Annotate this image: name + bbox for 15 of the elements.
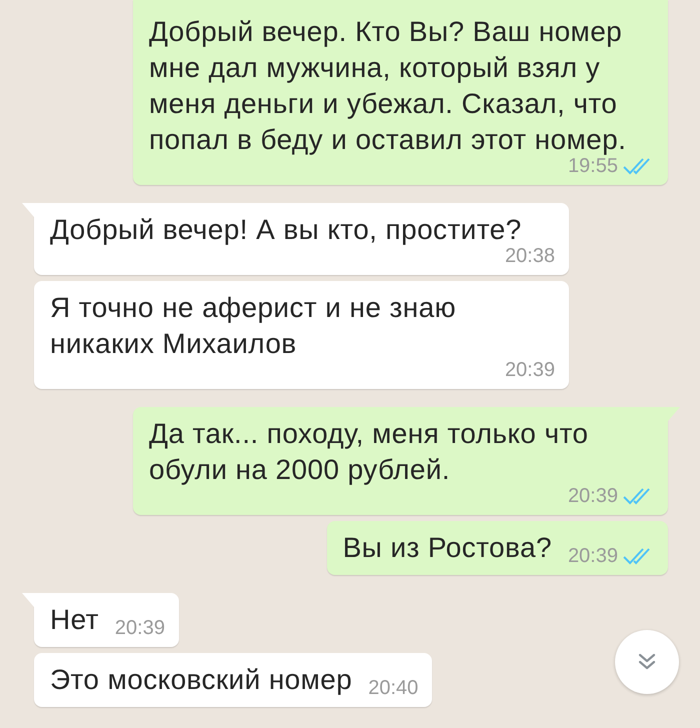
- message-text: Добрый вечер. Кто Вы? Ваш номер мне дал мужчина, который взял у меня деньги и убежал. Сказал, что попал в беду и оставил этот номер.: [149, 15, 628, 157]
- message-text: Вы из Ростова?: [342, 531, 552, 565]
- message-time: 20:39: [568, 546, 618, 566]
- message-text: Да так... походу, меня только что обули на 2000 рублей.: [149, 417, 590, 487]
- message-text: Я точно не аферист и не знаю никаких Михаилов: [50, 291, 457, 361]
- message-time: 20:40: [368, 678, 418, 698]
- message-text: Это московский номер: [50, 663, 352, 697]
- message-time: 20:38: [504, 246, 555, 266]
- message-time: 20:39: [504, 360, 555, 380]
- scroll-down-button[interactable]: [615, 630, 679, 694]
- message-time: 19:55: [568, 156, 618, 176]
- message-text: Нет: [50, 603, 99, 637]
- message-text: Добрый вечер! А вы кто, простите?: [50, 213, 522, 247]
- message-time: 20:39: [568, 486, 618, 506]
- message-time: 20:39: [114, 618, 165, 638]
